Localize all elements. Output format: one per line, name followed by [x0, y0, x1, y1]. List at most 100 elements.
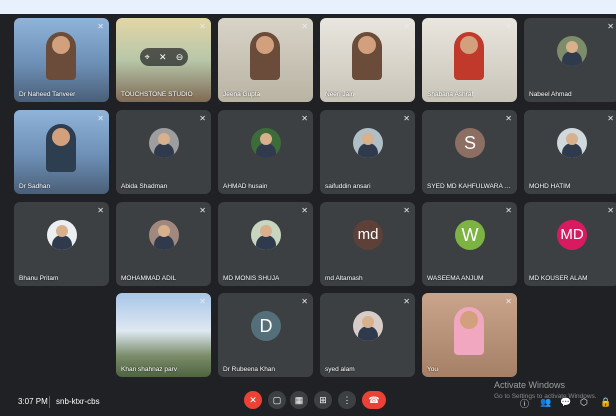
- participant-video: [250, 32, 280, 80]
- participant-avatar: [251, 128, 281, 158]
- mic-off-icon: ✕: [607, 206, 614, 215]
- participant-video: [454, 307, 484, 355]
- mic-off-icon: ✕: [97, 114, 104, 123]
- participant-name: md Altamash: [325, 275, 363, 282]
- leave-call-button[interactable]: ☎: [362, 391, 386, 409]
- mic-off-icon: ✕: [199, 206, 206, 215]
- participant-name: Jeena Gupta: [223, 91, 261, 98]
- participant-name: MOHAMMAD ADIL: [121, 275, 177, 282]
- participant-name: TOUCHSTONE STUDIO: [121, 91, 193, 98]
- participant-initial-avatar: D: [251, 311, 281, 341]
- participant-tile[interactable]: ✕ MOHD HATIM: [524, 110, 616, 194]
- participant-name: Khan shahnaz parv: [121, 366, 178, 373]
- present-button[interactable]: ⊞: [314, 391, 332, 409]
- mic-off-icon: ✕: [97, 22, 104, 31]
- meeting-info-icon[interactable]: ⓘ: [520, 397, 529, 410]
- mic-off-icon: ✕: [403, 206, 410, 215]
- camera-button[interactable]: ▢: [268, 391, 286, 409]
- participant-tile[interactable]: ✕ Bhanu Pritam: [14, 202, 109, 286]
- participant-tile[interactable]: ✕ MD MONIS SHUJA: [218, 202, 313, 286]
- participant-name: MOHD HATIM: [529, 183, 571, 190]
- participant-name: Nabeel Ahmad: [529, 91, 572, 98]
- participant-tile[interactable]: ✕ Neeri Jain: [320, 18, 415, 102]
- mic-off-icon: ✕: [607, 22, 614, 31]
- mic-off-icon: ✕: [403, 22, 410, 31]
- participant-tile[interactable]: ✕ saifuddin ansari: [320, 110, 415, 194]
- participant-tile[interactable]: ✕ Khan shahnaz parv: [116, 293, 211, 377]
- people-icon[interactable]: 👥: [540, 397, 551, 408]
- mic-off-icon: ✕: [301, 114, 308, 123]
- participant-initial-avatar: S: [455, 128, 485, 158]
- meeting-code: snb-ktxr-cbs: [56, 397, 100, 406]
- participant-tile[interactable]: W ✕ WASEEMA ANJUM: [422, 202, 517, 286]
- participant-name: MD KOUSER ALAM: [529, 275, 588, 282]
- tile-hover-controls[interactable]: ⌖ ✕ ⊖: [140, 48, 188, 66]
- host-controls-icon[interactable]: 🔒: [600, 397, 611, 408]
- participant-tile[interactable]: ✕ Shabana Ashraf: [422, 18, 517, 102]
- participant-name: Dr Rubeena Khan: [223, 366, 276, 373]
- captions-button[interactable]: ▦: [290, 391, 308, 409]
- participant-avatar: [557, 128, 587, 158]
- mic-off-icon: ✕: [403, 297, 410, 306]
- participant-tile[interactable]: ✕ MOHAMMAD ADIL: [116, 202, 211, 286]
- activate-windows-title: Activate Windows: [494, 380, 566, 390]
- participant-name: WASEEMA ANJUM: [427, 275, 484, 282]
- pin-icon[interactable]: ⌖: [145, 52, 150, 63]
- participant-tile[interactable]: ⌖ ✕ ⊖ ✕ TOUCHSTONE STUDIO: [116, 18, 211, 102]
- participant-tile[interactable]: D ✕ Dr Rubeena Khan: [218, 293, 313, 377]
- participant-tile[interactable]: ✕ syed alam: [320, 293, 415, 377]
- mic-off-icon: ✕: [199, 22, 206, 31]
- participant-tile[interactable]: ✕ Dr Naheed Tanveer: [14, 18, 109, 102]
- participant-tile-self[interactable]: ✕ You: [422, 293, 517, 377]
- participant-video: [46, 124, 76, 172]
- participant-name: Dr Naheed Tanveer: [19, 91, 76, 98]
- participant-name: Neeri Jain: [325, 91, 355, 98]
- participant-name: Abida Shadman: [121, 183, 168, 190]
- mic-off-icon: ✕: [505, 114, 512, 123]
- participant-avatar: [353, 311, 383, 341]
- mic-off-icon: ✕: [505, 206, 512, 215]
- mic-off-icon: ✕: [301, 297, 308, 306]
- participant-tile[interactable]: md ✕ md Altamash: [320, 202, 415, 286]
- participant-avatar: [149, 128, 179, 158]
- mic-off-icon: ✕: [607, 114, 614, 123]
- participant-name: MD MONIS SHUJA: [223, 275, 280, 282]
- participant-name: Bhanu Pritam: [19, 275, 59, 282]
- mic-off-icon: ✕: [199, 297, 206, 306]
- divider: [49, 396, 50, 408]
- participant-tile[interactable]: ✕ Nabeel Ahmad: [524, 18, 616, 102]
- mic-off-icon: ✕: [301, 22, 308, 31]
- participant-avatar: [149, 220, 179, 250]
- participant-name: You: [427, 366, 438, 373]
- participant-name: Shabana Ashraf: [427, 91, 474, 98]
- participant-avatar: [251, 220, 281, 250]
- participant-tile[interactable]: S ✕ SYED MD KAHFULWARA A...: [422, 110, 517, 194]
- participant-video: [454, 32, 484, 80]
- participant-avatar: [353, 128, 383, 158]
- participant-avatar: [557, 36, 587, 66]
- participant-initial-avatar: W: [455, 220, 485, 250]
- participant-tile[interactable]: ✕ Abida Shadman: [116, 110, 211, 194]
- browser-strip: [0, 0, 616, 14]
- participant-tile[interactable]: ✕ Jeena Gupta: [218, 18, 313, 102]
- activities-icon[interactable]: ⬡: [580, 397, 588, 408]
- participant-name: AHMAD husain: [223, 183, 268, 190]
- mic-off-icon: ✕: [505, 22, 512, 31]
- participant-video: [46, 32, 76, 80]
- mute-icon[interactable]: ✕: [159, 52, 167, 63]
- participant-avatar: [47, 220, 77, 250]
- mic-off-icon: ✕: [505, 297, 512, 306]
- participant-tile[interactable]: ✕ AHMAD husain: [218, 110, 313, 194]
- remove-icon[interactable]: ⊖: [176, 52, 184, 63]
- participant-name: SYED MD KAHFULWARA A...: [427, 183, 513, 190]
- participant-video: [352, 32, 382, 80]
- chat-icon[interactable]: 💬: [560, 397, 571, 408]
- more-options-button[interactable]: ⋮: [338, 391, 356, 409]
- participant-tile[interactable]: MD ✕ MD KOUSER ALAM: [524, 202, 616, 286]
- mic-off-icon: ✕: [403, 114, 410, 123]
- mic-off-button[interactable]: ✕: [244, 391, 262, 409]
- participant-initial-avatar: MD: [557, 220, 587, 250]
- participant-initial-avatar: md: [353, 220, 383, 250]
- mic-off-icon: ✕: [301, 206, 308, 215]
- participant-tile[interactable]: ✕ Dr Sadhan: [14, 110, 109, 194]
